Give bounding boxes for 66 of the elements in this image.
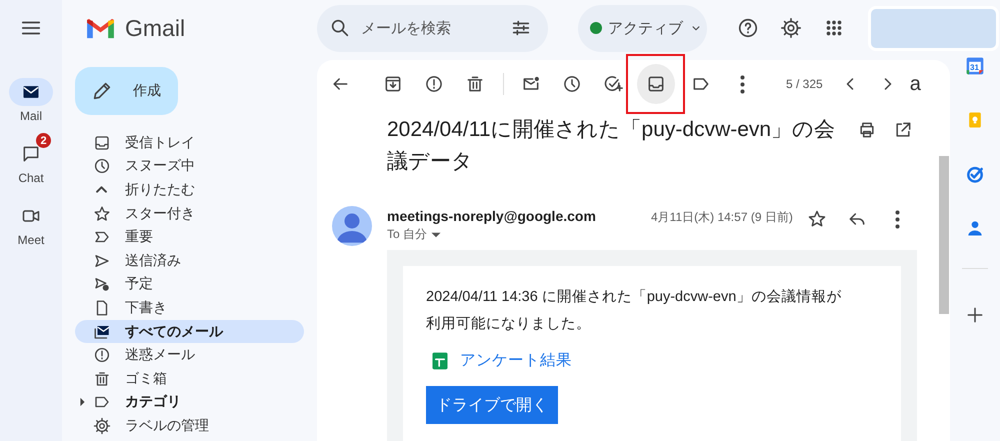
recipient-dropdown[interactable]: To 自分 [387, 226, 442, 243]
chevron-up-icon [96, 186, 107, 194]
chat-bubble-icon [21, 144, 41, 164]
plus-icon [965, 305, 985, 325]
message-date: 4月11日(木) 14:57 (9 日前) [651, 209, 794, 226]
exclamation-circle-icon [93, 346, 111, 364]
scheduled-send-icon [93, 275, 111, 294]
trash-icon [465, 74, 485, 94]
more-icon [894, 210, 900, 228]
more-icon [740, 74, 744, 94]
search-bar[interactable]: メールを検索 [317, 4, 548, 52]
survey-results-link[interactable]: アンケート結果 [460, 350, 572, 371]
folder-item[interactable]: 折りたたむ [75, 178, 304, 202]
caret-down-icon [431, 232, 442, 238]
caret-right-icon [80, 397, 84, 408]
folder-item[interactable]: 受信トレイ [75, 131, 304, 155]
search-icon [329, 17, 351, 39]
folder-item[interactable]: 予定 [75, 272, 304, 296]
folder-item[interactable]: ゴミ箱 [75, 366, 304, 391]
email-subject: 2024/04/11に開催された「puy-dcvw-evn」の会議データ [387, 117, 836, 175]
nav-label: Chat [18, 171, 44, 185]
folder-item[interactable]: 下書き [75, 296, 304, 320]
archive-box-icon [383, 74, 403, 94]
message-counter: 5 / 325 [786, 77, 823, 91]
star-icon [93, 204, 111, 223]
folder-item[interactable]: カテゴリ [75, 390, 304, 414]
open-in-drive-button[interactable]: ドライブで開く [426, 386, 558, 424]
move-to-inbox-button[interactable] [636, 64, 674, 104]
folder-item[interactable]: スヌーズ中 [75, 154, 304, 178]
app-name: Gmail [125, 14, 186, 42]
unread-count-badge: 2 [35, 132, 52, 149]
mail-nav-button[interactable] [9, 78, 53, 106]
folder-item[interactable]: 迷惑メール [75, 343, 304, 367]
exclamation-circle-icon [424, 74, 444, 94]
spreadsheet-icon [430, 350, 450, 370]
calendar-icon [965, 56, 985, 76]
star-icon [807, 209, 827, 229]
nav-label: Meet [18, 233, 44, 247]
calendar-date: 31 [970, 63, 979, 72]
email-text: 2024/04/11 14:36 に開催された「puy-dcvw-evn」の会議情報が利用可能になりました。 [426, 288, 842, 334]
pencil-icon [91, 80, 113, 102]
clock-icon [562, 74, 582, 94]
inbox-tray-icon [93, 134, 111, 152]
status-dropdown[interactable]: アクティブ [578, 4, 707, 52]
sender-address: meetings-noreply@google.com [387, 208, 597, 224]
add-task-icon [603, 74, 623, 94]
help-icon [737, 17, 759, 39]
trash-icon [93, 370, 111, 388]
avatar [332, 206, 372, 246]
settings-icon [93, 416, 111, 435]
cut-off-text: a [910, 72, 921, 96]
settings-icon [780, 17, 802, 39]
calendar-button[interactable]: 31 [957, 48, 993, 84]
folder-item[interactable]: 送信済み [75, 248, 304, 273]
folder-item[interactable]: 重要 [75, 225, 304, 249]
inbox-tray-icon [646, 74, 666, 94]
folder-item[interactable]: すべてのメール [75, 320, 304, 344]
nav-label: Mail [20, 109, 42, 123]
scrollbar-thumb[interactable] [939, 156, 949, 314]
gmail-logo-icon [85, 16, 116, 40]
search-field[interactable]: メールを検索 [359, 18, 502, 38]
clock-icon [93, 157, 111, 176]
folder-item[interactable]: スター付き [75, 202, 304, 226]
folder-item[interactable]: ラベルの管理 [75, 414, 304, 438]
compose-button[interactable]: 作成 [75, 67, 178, 115]
check-circle-icon [965, 164, 985, 184]
